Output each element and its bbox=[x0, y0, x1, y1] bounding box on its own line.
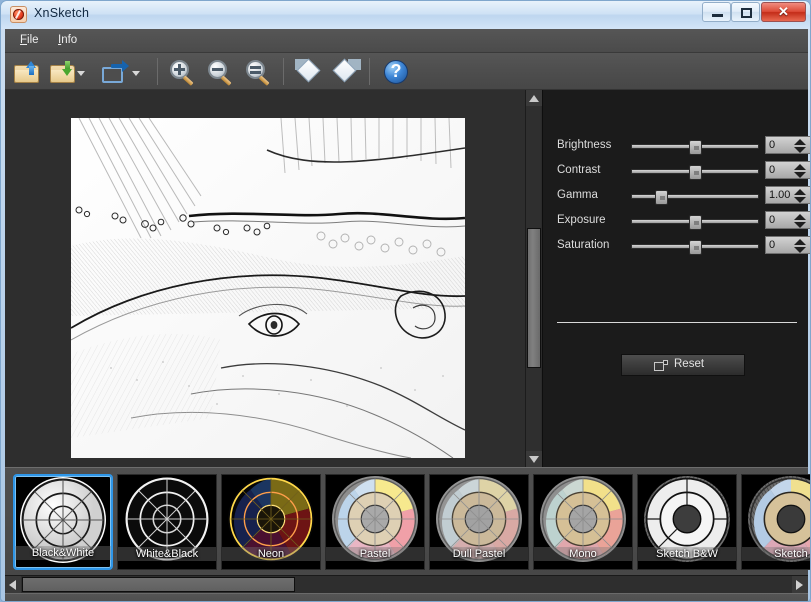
spinner-contrast[interactable]: 0 bbox=[765, 161, 810, 179]
effect-thumb-sketch[interactable]: Sketch bbox=[741, 474, 810, 570]
folder-up-arrow-icon bbox=[14, 61, 39, 83]
reset-button[interactable]: Reset bbox=[621, 354, 745, 376]
label-contrast: Contrast bbox=[557, 164, 601, 176]
zoom-fit-button[interactable] bbox=[242, 56, 274, 87]
menu-info-rest: nfo bbox=[61, 34, 78, 46]
adjustment-row-gamma: Gamma 1.00 bbox=[557, 186, 810, 206]
slider-exposure[interactable] bbox=[631, 215, 759, 230]
vertical-scroll-thumb[interactable] bbox=[527, 228, 541, 368]
maximize-button[interactable] bbox=[731, 2, 760, 22]
horizontal-scroll-thumb[interactable] bbox=[22, 577, 295, 592]
spinner-saturation[interactable]: 0 bbox=[765, 236, 810, 254]
effect-label: Sketch B&W bbox=[638, 547, 736, 561]
effect-thumb-sketch-bw[interactable]: Sketch B&W bbox=[637, 474, 737, 570]
value-brightness: 0 bbox=[769, 139, 776, 151]
slider-gamma[interactable] bbox=[631, 190, 759, 205]
maximize-icon bbox=[741, 8, 752, 18]
open-image-button[interactable] bbox=[11, 56, 43, 87]
export-dropdown-caret-icon[interactable] bbox=[132, 71, 140, 76]
label-saturation: Saturation bbox=[557, 239, 610, 251]
close-icon: ✕ bbox=[778, 4, 789, 19]
menu-item-file[interactable]: File bbox=[13, 33, 46, 50]
vertical-scrollbar[interactable] bbox=[525, 90, 542, 467]
adjustment-row-contrast: Contrast 0 bbox=[557, 161, 810, 181]
effect-label: Mono bbox=[534, 547, 632, 561]
title-bar: XnSketch ✕ bbox=[1, 1, 810, 29]
spinner-exposure[interactable]: 0 bbox=[765, 211, 810, 229]
folder-down-arrow-icon bbox=[50, 61, 75, 83]
value-contrast: 0 bbox=[769, 164, 776, 176]
toolbar-separator bbox=[157, 58, 158, 85]
slider-contrast[interactable] bbox=[631, 165, 759, 180]
effects-strip[interactable]: Black&White White&Black Neon Pastel Dull… bbox=[5, 467, 810, 575]
reset-window-icon bbox=[654, 360, 668, 372]
zoom-out-button[interactable] bbox=[204, 56, 236, 87]
effect-thumb-mono[interactable]: Mono bbox=[533, 474, 633, 570]
label-gamma: Gamma bbox=[557, 189, 598, 201]
effect-label: Sketch bbox=[742, 547, 810, 561]
close-button[interactable]: ✕ bbox=[761, 2, 806, 22]
menu-file-rest: ile bbox=[27, 34, 39, 46]
effect-thumb-pastel[interactable]: Pastel bbox=[325, 474, 425, 570]
scroll-down-button[interactable] bbox=[526, 451, 542, 467]
spinner-brightness[interactable]: 0 bbox=[765, 136, 810, 154]
adjustment-row-saturation: Saturation 0 bbox=[557, 236, 810, 256]
effect-thumb-black-and-white[interactable]: Black&White bbox=[13, 474, 113, 570]
save-image-button[interactable] bbox=[47, 56, 79, 87]
xnsketch-logo-icon bbox=[10, 6, 27, 23]
label-exposure: Exposure bbox=[557, 214, 606, 226]
scroll-up-button[interactable] bbox=[526, 90, 542, 106]
effect-thumb-dull-pastel[interactable]: Dull Pastel bbox=[429, 474, 529, 570]
value-saturation: 0 bbox=[769, 239, 776, 251]
reset-button-label: Reset bbox=[674, 358, 705, 370]
horizontal-scrollbar[interactable] bbox=[5, 575, 808, 593]
label-brightness: Brightness bbox=[557, 139, 612, 151]
slider-brightness[interactable] bbox=[631, 140, 759, 155]
sketch-image bbox=[71, 118, 465, 458]
adjustment-row-brightness: Brightness 0 bbox=[557, 136, 810, 156]
window-title: XnSketch bbox=[34, 6, 90, 20]
adjustments-panel: Brightness 0 Contrast 0 Gamma 1.00 Expos… bbox=[542, 90, 810, 467]
image-preview[interactable] bbox=[5, 90, 541, 467]
minimize-icon bbox=[712, 14, 723, 17]
toolbar: ? bbox=[5, 53, 808, 90]
effect-thumb-neon[interactable]: Neon bbox=[221, 474, 321, 570]
save-dropdown-caret-icon[interactable] bbox=[77, 71, 85, 76]
effect-label: Pastel bbox=[326, 547, 424, 561]
effect-label: Black&White bbox=[15, 546, 111, 560]
effect-label: Dull Pastel bbox=[430, 547, 528, 561]
value-exposure: 0 bbox=[769, 214, 776, 226]
help-button[interactable]: ? bbox=[380, 56, 412, 87]
spinner-arrows-icon[interactable] bbox=[794, 214, 806, 228]
status-bar bbox=[5, 593, 808, 601]
toolbar-separator-3 bbox=[369, 58, 370, 85]
effect-label: Neon bbox=[222, 547, 320, 561]
application-body: File Info ? Brightness 0 Contrast 0 Gamm… bbox=[5, 29, 810, 601]
scroll-left-button[interactable] bbox=[5, 576, 21, 593]
rotate-right-button[interactable] bbox=[330, 56, 362, 87]
export-button[interactable] bbox=[100, 56, 132, 87]
toolbar-separator-2 bbox=[283, 58, 284, 85]
minimize-button[interactable] bbox=[702, 2, 731, 22]
spinner-arrows-icon[interactable] bbox=[794, 189, 806, 203]
effect-label: White&Black bbox=[118, 547, 216, 561]
effect-thumb-white-and-black[interactable]: White&Black bbox=[117, 474, 217, 570]
spinner-arrows-icon[interactable] bbox=[794, 239, 806, 253]
adjustment-row-exposure: Exposure 0 bbox=[557, 211, 810, 231]
rotate-left-button[interactable] bbox=[294, 56, 326, 87]
scroll-right-button[interactable] bbox=[792, 576, 808, 593]
application-window: XnSketch ✕ File Info ? Brightness 0 Cont… bbox=[0, 0, 811, 602]
spinner-arrows-icon[interactable] bbox=[794, 164, 806, 178]
panel-divider bbox=[557, 322, 797, 323]
zoom-in-button[interactable] bbox=[166, 56, 198, 87]
menu-item-info[interactable]: Info bbox=[51, 33, 84, 50]
menu-bar: File Info bbox=[5, 29, 808, 53]
slider-saturation[interactable] bbox=[631, 240, 759, 255]
value-gamma: 1.00 bbox=[769, 189, 791, 201]
spinner-gamma[interactable]: 1.00 bbox=[765, 186, 810, 204]
spinner-arrows-icon[interactable] bbox=[794, 139, 806, 153]
